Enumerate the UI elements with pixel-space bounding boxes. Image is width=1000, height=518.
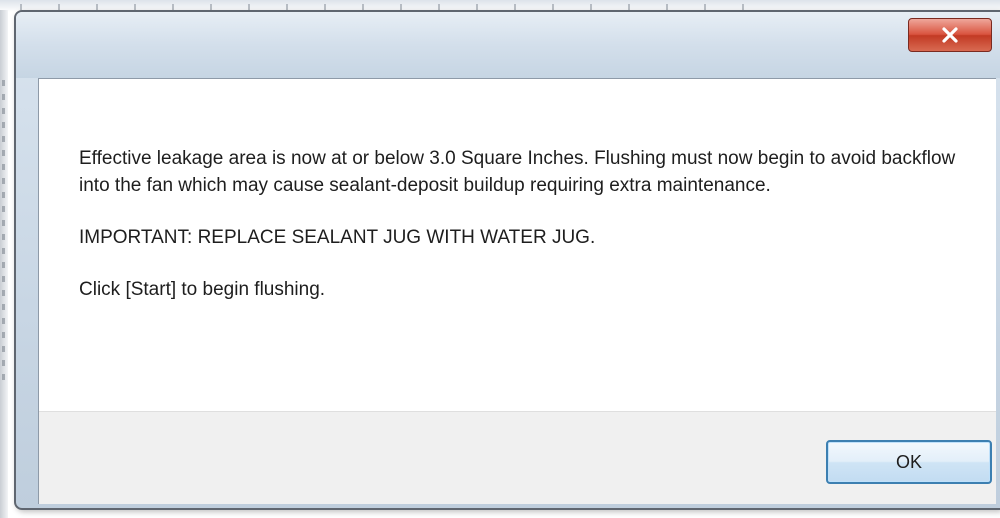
message-paragraph-leakage: Effective leakage area is now at or belo… [79, 148, 956, 196]
message-paragraph-instruction: Click [Start] to begin flushing. [79, 279, 326, 300]
ok-button[interactable]: OK [826, 440, 992, 484]
background-left-edge [0, 10, 8, 518]
message-dialog: Effective leakage area is now at or belo… [14, 10, 1000, 510]
screen: Effective leakage area is now at or belo… [0, 0, 1000, 518]
dialog-content: Effective leakage area is now at or belo… [38, 78, 996, 504]
message-paragraph-important: IMPORTANT: REPLACE SEALANT JUG WITH WATE… [79, 227, 596, 248]
background-dashed-line [2, 80, 5, 380]
dialog-titlebar[interactable] [16, 12, 1000, 78]
dialog-message: Effective leakage area is now at or belo… [79, 145, 969, 303]
close-x-icon [941, 27, 959, 43]
dialog-footer: OK [39, 411, 996, 504]
close-button[interactable] [908, 18, 992, 52]
